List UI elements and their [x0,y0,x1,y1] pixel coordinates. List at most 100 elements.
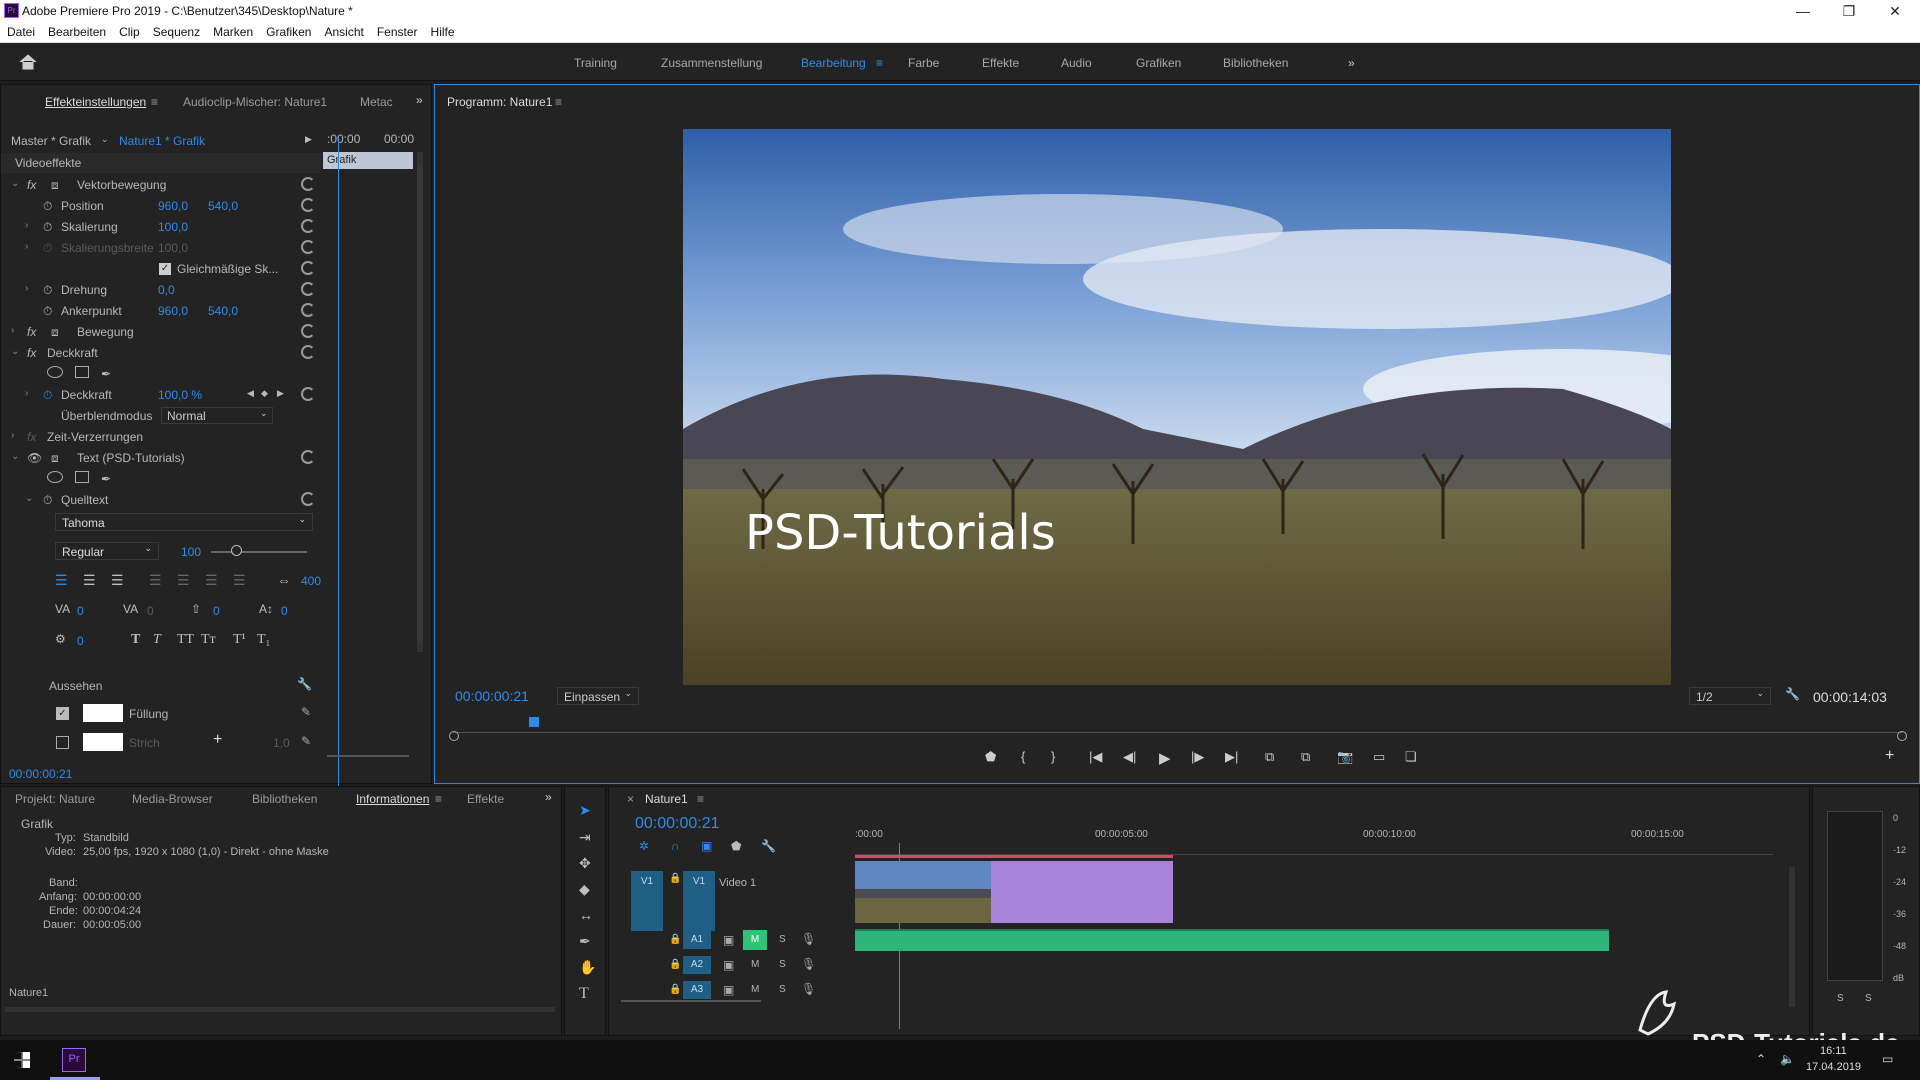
leading-value[interactable]: 0 [213,604,220,618]
meter-solo-left[interactable]: S [1837,993,1844,1004]
sequence-tab[interactable]: Nature1 [645,792,688,806]
go-to-in-icon[interactable]: |◀ [1089,749,1102,765]
premiere-taskbar-app[interactable]: Pr [62,1048,86,1072]
video-frame[interactable]: PSD-Tutorials [683,129,1671,685]
font-size-slider-handle[interactable] [231,545,242,556]
stopwatch-icon[interactable]: ⏱ [43,388,52,403]
program-scrub-bar[interactable] [453,715,1903,733]
expand-icon[interactable]: › [25,220,28,231]
linked-selection-icon[interactable]: ∩ [671,839,680,853]
clock-date[interactable]: 17.04.2019 [1806,1061,1861,1073]
menu-ansicht[interactable]: Ansicht [317,22,369,39]
scrub-end-handle[interactable] [1897,731,1907,741]
stopwatch-icon[interactable]: ⏱ [43,220,52,235]
effects-timecode[interactable]: 00:00:00:21 [9,767,72,781]
tracking-value[interactable]: 400 [301,574,321,588]
timeline-settings-icon[interactable]: 🔧 [761,839,776,853]
workspace-training[interactable]: Training [574,56,617,70]
reset-icon[interactable] [301,324,315,338]
clip-label[interactable]: Nature1 * Grafik [119,134,205,148]
add-keyframe-icon[interactable]: ◆ [261,388,268,399]
superscript-icon[interactable]: T¹ [233,632,246,648]
marker-icon[interactable]: ⬟ [985,749,996,765]
a2-sync-icon[interactable]: ▣ [723,958,734,972]
effect-zeit[interactable]: › fx Zeit-Verzerrungen [1,427,321,447]
close-sequence-icon[interactable]: × [627,792,634,806]
lock-icon[interactable]: 🔒 [669,959,681,970]
menu-marken[interactable]: Marken [206,22,259,39]
menu-fenster[interactable]: Fenster [370,22,424,39]
graphic-clip[interactable] [991,861,1173,923]
program-timecode[interactable]: 00:00:00:21 [455,688,529,704]
tracking-va-value[interactable]: 0 [147,604,154,618]
prev-keyframe-icon[interactable]: ◀ [247,388,254,399]
menu-grafiken[interactable]: Grafiken [259,22,317,39]
a3-mute-button[interactable]: M [751,984,759,995]
rect-mask-icon[interactable] [75,366,89,378]
timeline-timecode[interactable]: 00:00:00:21 [635,815,720,833]
eyedropper-icon[interactable]: ✎ [301,705,311,719]
tab-audioclip-mischer[interactable]: Audioclip-Mischer: Nature1 [183,95,327,109]
effect-bewegung[interactable]: › fx ⧈ Bewegung [1,322,321,342]
tray-chevron-icon[interactable]: ⌃ [1756,1052,1766,1066]
go-to-out-icon[interactable]: ▶| [1225,749,1238,765]
all-caps-icon[interactable]: TT [177,632,194,648]
position-y[interactable]: 540,0 [208,199,238,213]
workspace-menu-icon[interactable]: ≡ [876,56,883,70]
extract-icon[interactable]: ⧉ [1301,749,1310,765]
minimize-button[interactable]: — [1780,0,1826,22]
overlay-text[interactable]: PSD-Tutorials [745,505,1056,561]
add-marker-icon[interactable]: ⬟ [731,839,741,853]
info-scrollbar[interactable] [5,1007,555,1012]
reset-icon[interactable] [301,240,315,254]
ueberblend-dropdown[interactable]: Normal ⌄ [161,407,273,424]
audio-clip[interactable] [855,929,1609,951]
bold-icon[interactable]: T [131,632,140,648]
font-dropdown[interactable]: Tahoma ⌄ [55,513,313,531]
play-triangle-icon[interactable]: ▶ [305,134,312,145]
camera-icon[interactable]: 📷 [1337,749,1353,765]
position-x[interactable]: 960,0 [158,199,188,213]
italic-icon[interactable]: T [153,632,161,648]
settings-wrench-icon[interactable]: 🔧 [1785,687,1800,701]
more-tabs-icon[interactable]: » [545,790,552,804]
lock-icon[interactable]: 🔒 [669,984,681,995]
reset-icon[interactable] [301,345,315,359]
quality-dropdown[interactable]: 1/2 ⌄ [1689,687,1771,705]
workspace-effekte[interactable]: Effekte [982,56,1019,70]
justify-center-icon[interactable]: ☰ [177,572,190,589]
justify-left-icon[interactable]: ☰ [149,572,162,589]
effect-vektor[interactable]: ⌄ fx ⧈ Vektorbewegung [1,175,321,195]
font-size-slider[interactable] [211,551,307,553]
work-area-bar[interactable] [855,855,1173,858]
expand-icon[interactable]: › [11,325,14,336]
workspace-farbe[interactable]: Farbe [908,56,939,70]
reset-icon[interactable] [301,177,315,191]
chevron-down-icon[interactable]: ⌄ [101,134,109,145]
video-clip-thumb[interactable] [855,861,991,923]
expand-icon[interactable]: ⌄ [11,451,19,462]
small-caps-icon[interactable]: Tт [201,632,216,648]
tab-bibliotheken[interactable]: Bibliotheken [252,792,317,806]
a2-mute-button[interactable]: M [751,959,759,970]
ankerpunkt-x[interactable]: 960,0 [158,304,188,318]
more-workspaces-icon[interactable]: » [1348,56,1355,70]
expand-icon[interactable]: ⌄ [25,493,33,504]
a1-track-label[interactable]: A1 [683,931,711,949]
reset-icon[interactable] [301,387,315,401]
expand-icon[interactable]: › [11,430,14,441]
stopwatch-icon[interactable]: ⏱ [43,199,52,214]
more-tabs-icon[interactable]: » [416,93,423,107]
play-icon[interactable]: ▶ [1159,749,1171,767]
ellipse-mask-icon[interactable] [47,366,63,378]
gleichmaessig-checkbox[interactable]: ✓ [159,263,171,275]
slip-tool-icon[interactable]: ↔ [579,907,593,923]
reset-icon[interactable] [301,492,315,506]
eyedropper-icon[interactable]: ✎ [301,734,311,748]
wrench-icon[interactable]: 🔧 [297,677,312,691]
align-left-icon[interactable]: ☰ [55,572,68,589]
master-label[interactable]: Master * Grafik [11,134,91,148]
hand-tool-icon[interactable]: ✋ [579,959,596,976]
panel-menu-icon[interactable]: ≡ [697,792,704,806]
stopwatch-icon[interactable]: ⏱ [43,304,52,319]
